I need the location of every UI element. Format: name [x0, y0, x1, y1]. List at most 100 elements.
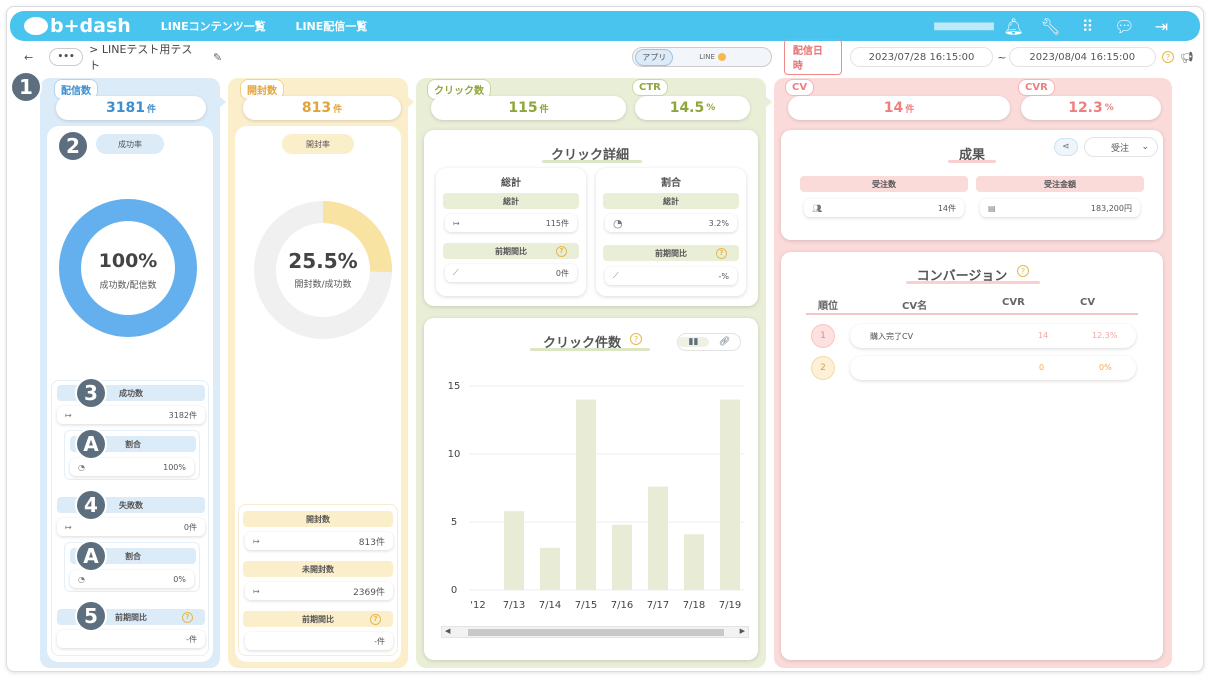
success-rate-chip: 成功率	[96, 134, 164, 154]
date-to-field[interactable]: 2023/08/04 16:15:00	[1008, 47, 1157, 67]
megaphone-icon[interactable]: 📢︎	[1180, 51, 1194, 64]
total-prev-number: 0件	[555, 268, 569, 278]
logo[interactable]: b+dash	[24, 15, 131, 37]
channel-toggle[interactable]: アプリ LINE	[632, 47, 772, 67]
success-ratio-value: ◔ 100%	[70, 458, 194, 476]
bar-7/14[interactable]	[540, 547, 560, 590]
y-tick-label: 10	[448, 449, 461, 460]
nav-line-contents[interactable]: LINEコンテンツ一覧	[161, 20, 266, 33]
ratio-prev-text: 前期間比	[655, 248, 687, 258]
marker-4: 4	[75, 489, 107, 521]
edit-pencil-icon[interactable]: ✎	[213, 51, 222, 64]
header-rank: 順位	[818, 301, 838, 312]
unopened-label: 未開封数	[243, 561, 393, 577]
total-value: ↦ 115件	[445, 214, 577, 232]
open-donut-sub: 開封数/成功数	[294, 280, 352, 290]
marker-5: 5	[75, 600, 107, 632]
bar-7/15[interactable]	[576, 399, 596, 590]
open-prev-label: 前期間比?	[243, 611, 393, 627]
cvr-unit: %	[1104, 103, 1114, 113]
bar-7/18[interactable]	[684, 534, 704, 590]
cv-cell: 0%	[1099, 363, 1112, 372]
click-chart-title: クリック件数	[542, 336, 621, 351]
bar-7/19[interactable]	[720, 399, 740, 590]
table-row[interactable]: 1 購入完了CV 14 12.3%	[806, 322, 1138, 350]
bar-7/17[interactable]	[648, 486, 668, 590]
nav-line-deliveries[interactable]: LINE配信一覧	[295, 20, 367, 33]
scroll-left-icon[interactable]: ◀	[445, 627, 450, 635]
open-number: 813	[301, 100, 332, 116]
total-header: 総計	[501, 178, 521, 189]
breadcrumb: > LINEテスト用テスト	[89, 43, 193, 72]
success-ratio-number: 100%	[163, 462, 186, 472]
fail-count-number: 0件	[183, 522, 197, 532]
back-arrow-icon[interactable]: ←	[24, 51, 33, 64]
wrench-icon[interactable]: 🔧︎	[1032, 17, 1069, 36]
orders-label: 受注数	[800, 176, 968, 192]
cv-tag: CV	[785, 79, 815, 96]
trend-icon: ⟋	[613, 271, 619, 280]
help-icon[interactable]: ?	[370, 613, 381, 625]
ratio-prev-number: -%	[718, 271, 730, 281]
conversion-title: コンバージョン	[916, 269, 1008, 284]
toggle-line[interactable]: LINE	[699, 53, 715, 61]
orders-value: 👥︎ 14件	[804, 199, 964, 217]
order-select[interactable]: 受注 ⌄	[1084, 137, 1158, 157]
click-chart-underline	[530, 348, 650, 351]
help-icon[interactable]: ?	[1017, 265, 1029, 277]
cvr-value: 12.3%	[1021, 96, 1161, 120]
ratio-sub-label: 総計	[603, 193, 739, 209]
click-unit: 件	[539, 104, 549, 115]
sub-bar: ← ••• > LINEテスト用テスト ✎ アプリ LINE 配信日時 2023…	[14, 39, 1194, 75]
pie-icon: ◔	[78, 574, 85, 584]
link-icon[interactable]: 🔗︎	[709, 337, 740, 347]
bar-chart-icon[interactable]: ▮▮	[678, 337, 709, 347]
more-button[interactable]: •••	[49, 48, 84, 66]
bar-7/13[interactable]	[504, 511, 524, 590]
click-bar-chart: 15 10 5 0 '12 7/13 7/14 7/15 7/16 7/17 7/18 7/19	[448, 381, 744, 611]
share-button[interactable]: ⋖	[1054, 138, 1078, 156]
opened-label: 開封数	[243, 511, 393, 527]
rank-badge: 1	[811, 324, 835, 348]
help-icon[interactable]: ?	[630, 333, 642, 345]
chevron-down-icon: ⌄	[1141, 142, 1149, 152]
ratio-value: ◔ 3.2%	[605, 214, 737, 232]
fail-ratio-value: ◔ 0%	[70, 570, 194, 588]
date-from-field[interactable]: 2023/07/28 16:15:00	[849, 47, 994, 67]
x-tick-label: 7/15	[575, 600, 597, 611]
bell-icon[interactable]: 🔔︎	[995, 17, 1032, 36]
row-bar	[850, 356, 1136, 380]
header-cv-name: CV名	[902, 301, 928, 312]
open-rate-chip: 開封率	[282, 134, 354, 154]
header-cv: CV	[1080, 297, 1096, 308]
open-value: 813 件	[243, 96, 401, 120]
unopened-value: ↦ 2369件	[245, 582, 393, 600]
scroll-thumb[interactable]	[468, 629, 724, 636]
scroll-right-icon[interactable]: ▶	[740, 627, 745, 635]
chat-icon[interactable]: 💬︎	[1106, 17, 1143, 36]
help-icon[interactable]: ?	[716, 247, 727, 259]
ctr-value: 14.5%	[635, 96, 750, 120]
orders-number: 14件	[937, 203, 956, 213]
opened-num: 813	[358, 537, 376, 548]
table-row[interactable]: 2 0 0%	[806, 354, 1138, 382]
unopened-num: 2369	[353, 587, 376, 598]
y-tick-label: 0	[451, 585, 457, 596]
bar-7/16[interactable]	[612, 524, 632, 590]
cvr-tag: CVR	[1018, 79, 1055, 96]
logout-icon[interactable]: ⇥	[1143, 17, 1180, 36]
y-tick-label: 15	[448, 381, 461, 392]
help-icon[interactable]: ?	[1162, 51, 1175, 63]
click-detail-underline	[542, 160, 642, 163]
delivery-value: 3181 件	[56, 96, 206, 120]
grid-icon[interactable]: ⠿	[1069, 17, 1106, 36]
date-label: 配信日時	[783, 39, 842, 75]
chart-scrollbar[interactable]: ◀ ▶	[441, 626, 749, 638]
help-icon[interactable]: ?	[182, 611, 193, 623]
toggle-app[interactable]: アプリ	[635, 48, 674, 66]
cvr-cell: 0	[1039, 363, 1045, 372]
money-icon: ▤	[988, 203, 996, 213]
open-prev-value: -件	[245, 632, 393, 650]
opened-unit: 件	[375, 537, 385, 548]
help-icon[interactable]: ?	[556, 245, 567, 257]
